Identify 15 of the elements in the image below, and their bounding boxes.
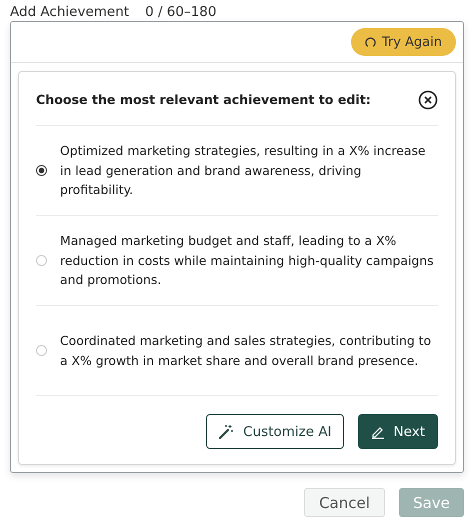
close-icon[interactable]	[418, 90, 438, 110]
field-label: Add Achievement	[10, 4, 130, 20]
character-counter: 0 / 60–180	[145, 4, 216, 20]
cancel-button[interactable]: Cancel	[304, 488, 385, 517]
achievement-option[interactable]: Optimized marketing strategies, resulting in a X% increase in lead generation and brand awareness, driving profitability.	[60, 141, 438, 200]
customize-ai-button[interactable]: Customize AI	[206, 414, 344, 449]
pencil-icon	[370, 424, 385, 438]
magic-wand-icon	[218, 424, 234, 440]
refresh-icon	[364, 36, 376, 48]
dialog-title: Choose the most relevant achievement to edit:	[36, 92, 371, 107]
try-again-button[interactable]: Try Again	[350, 28, 456, 56]
next-button[interactable]: Next	[358, 414, 438, 449]
achievement-option[interactable]: Coordinated marketing and sales strategies, contributing to a X% growth in market share and overall brand presence.	[60, 331, 438, 370]
achievement-option[interactable]: Managed marketing budget and staff, leading to a X% reduction in costs while maintaining high-quality campaigns and promotions.	[60, 231, 438, 290]
radio-button[interactable]	[36, 165, 47, 176]
